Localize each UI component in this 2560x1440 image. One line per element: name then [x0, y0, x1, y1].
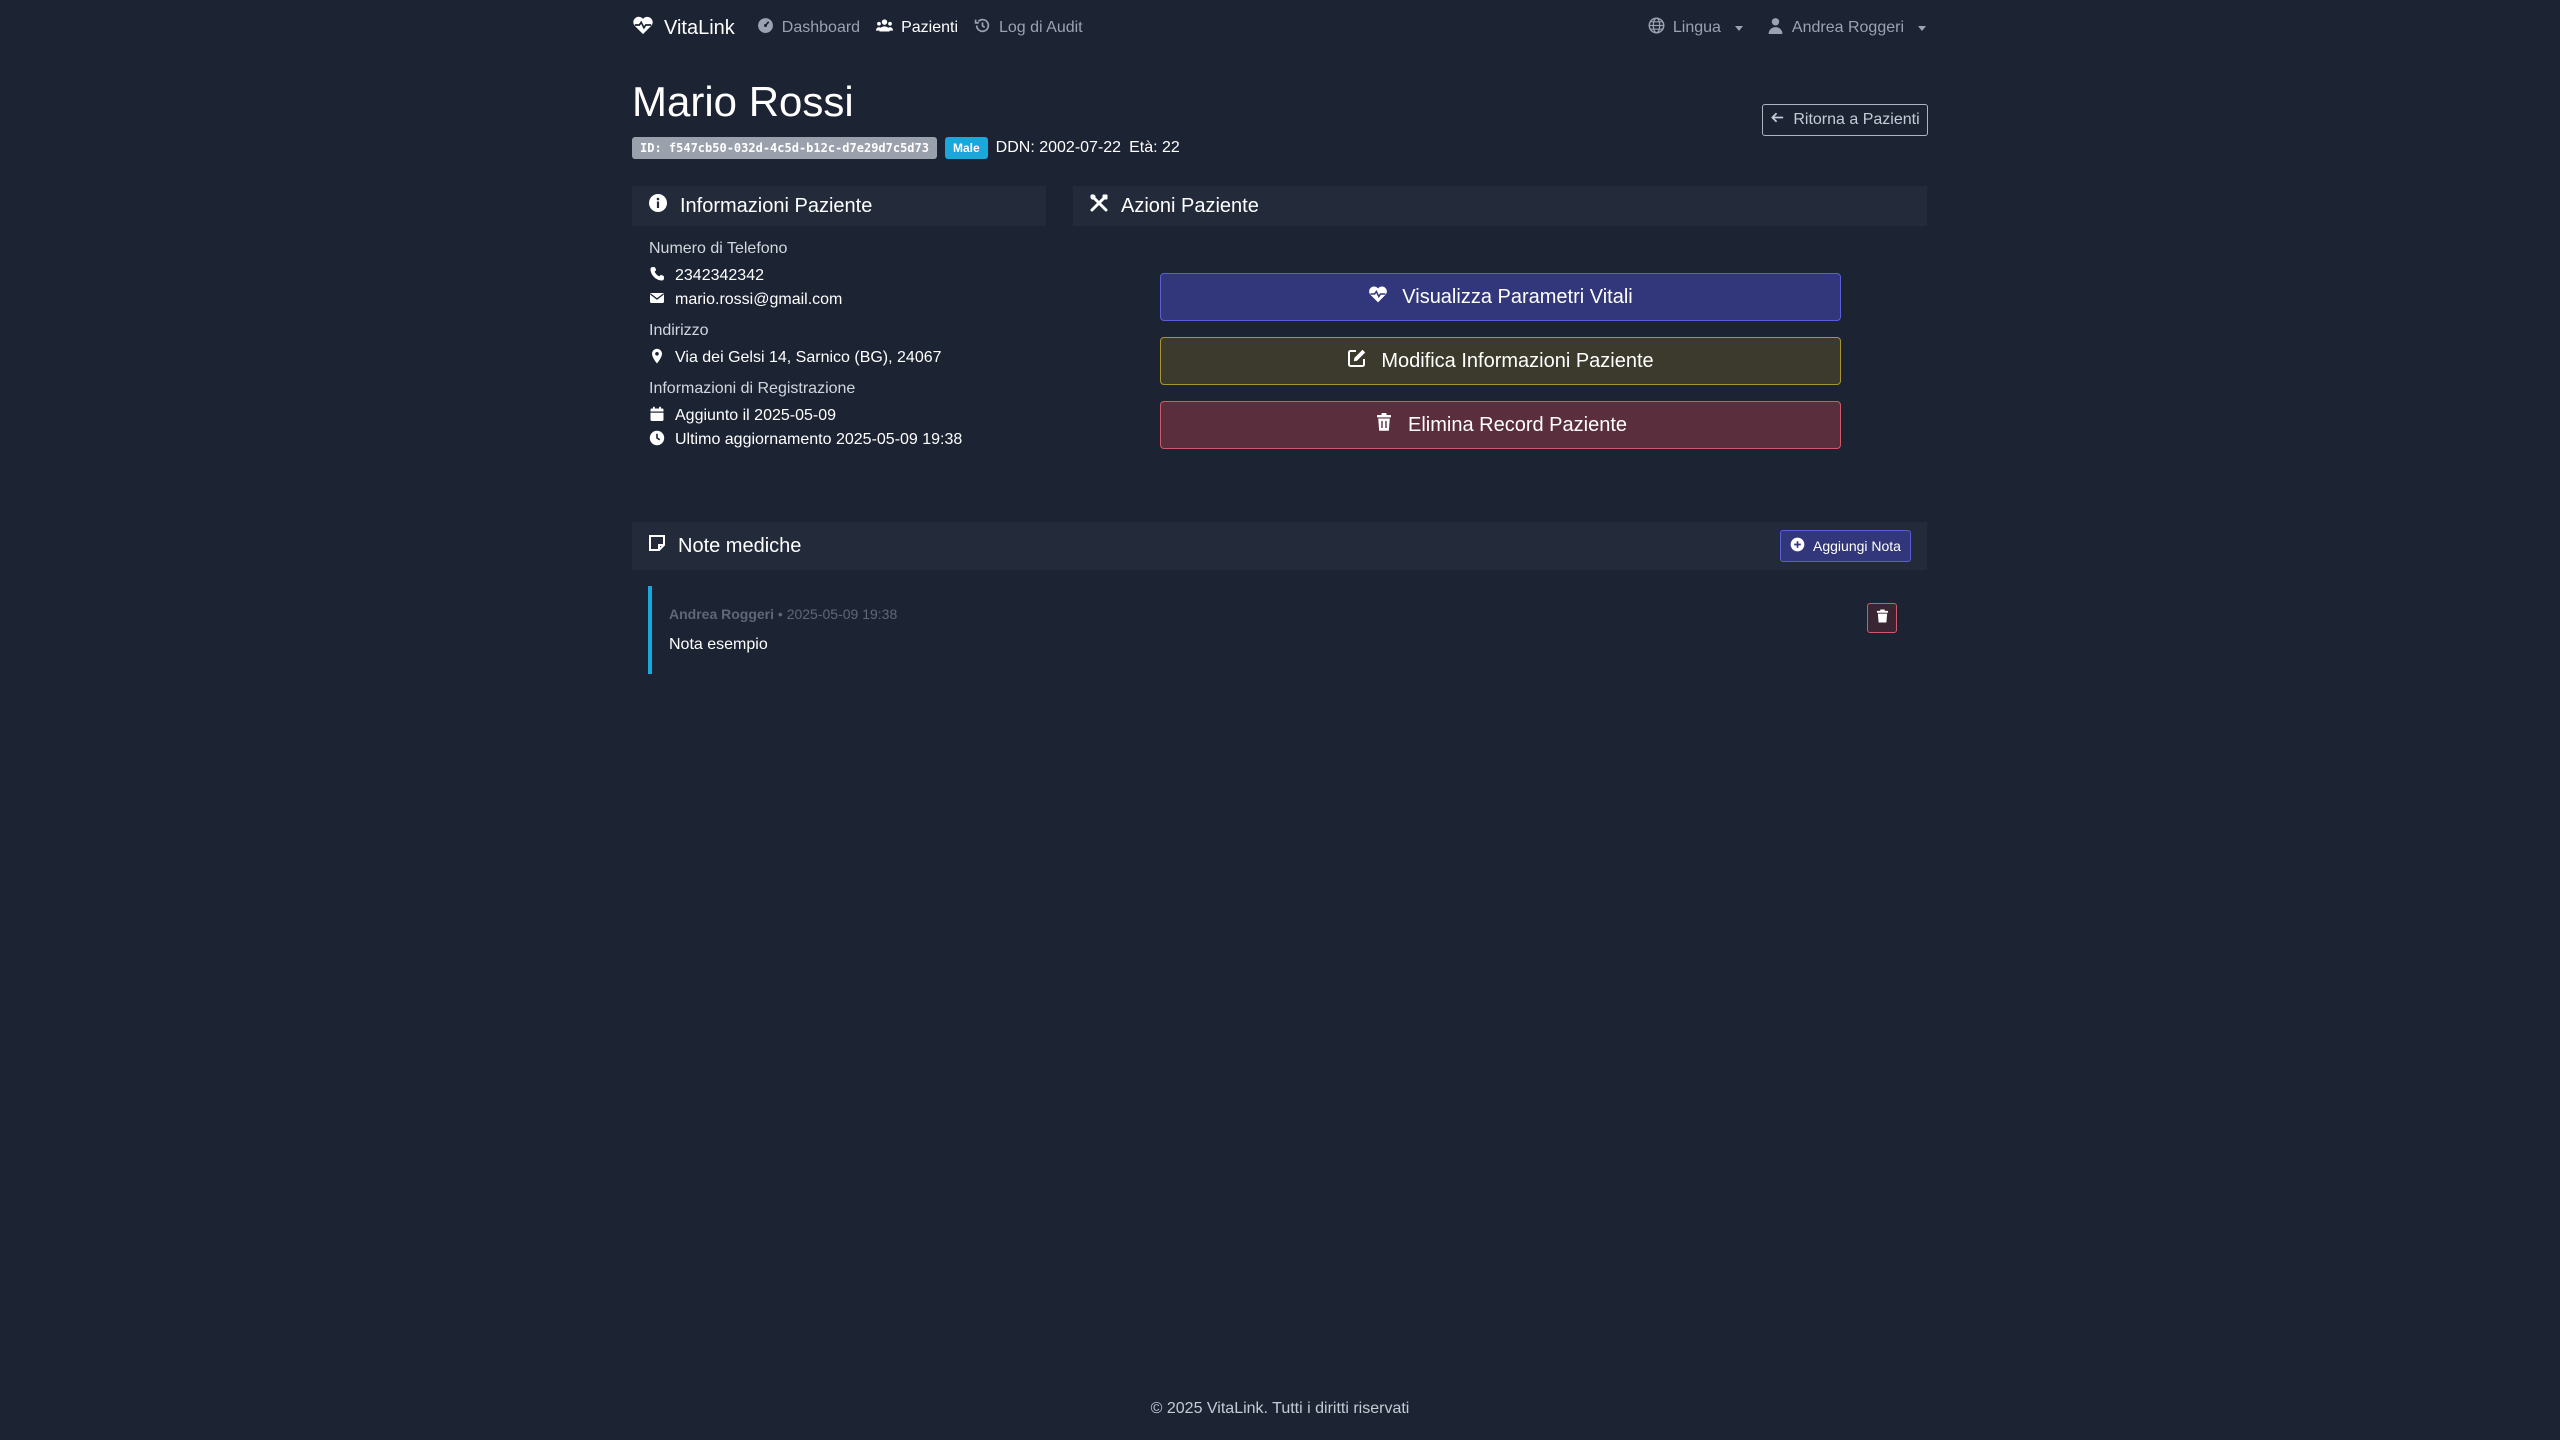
patient-age: Età: 22	[1129, 139, 1180, 156]
note-timestamp: 2025-05-09 19:38	[786, 606, 898, 622]
info-circle-icon	[648, 193, 668, 219]
language-label: Lingua	[1672, 19, 1721, 36]
map-pin-icon	[649, 348, 665, 369]
phone-row: 2342342342	[649, 264, 1039, 288]
plus-circle-icon	[1790, 537, 1805, 555]
calendar-icon	[649, 406, 665, 427]
note-separator: •	[774, 606, 787, 622]
globe-icon	[1648, 17, 1665, 39]
footer-copyright: © 2025 VitaLink. Tutti i diritti riserva…	[1150, 1400, 1410, 1417]
medical-notes-header: Note mediche Aggiungi Nota	[632, 522, 1927, 570]
sticky-note-icon	[648, 534, 666, 558]
users-icon	[876, 17, 894, 39]
address-label: Indirizzo	[649, 322, 709, 339]
nav-link-audit-log[interactable]: Log di Audit	[974, 17, 1083, 39]
phone-icon	[649, 266, 665, 287]
add-note-button[interactable]: Aggiungi Nota	[1780, 530, 1911, 562]
navbar-right: Lingua Andrea Roggeri	[1648, 17, 1926, 39]
edit-patient-label: Modifica Informazioni Paziente	[1381, 349, 1654, 372]
note-text: Nota esempio	[669, 636, 768, 653]
trash-icon	[1876, 609, 1889, 628]
dashboard-gauge-icon	[757, 17, 774, 39]
envelope-icon	[649, 290, 665, 311]
clock-icon	[649, 430, 665, 451]
updated-date: Ultimo aggiornamento 2025-05-09 19:38	[675, 431, 963, 448]
trash-icon	[1374, 412, 1394, 438]
patient-actions-card-header: Azioni Paziente	[1073, 186, 1927, 226]
patient-info-card-header: Informazioni Paziente	[632, 186, 1046, 226]
date-of-birth: DDN: 2002-07-22	[995, 139, 1122, 156]
add-note-label: Aggiungi Nota	[1813, 538, 1901, 554]
address-row: Via dei Gelsi 14, Sarnico (BG), 24067	[649, 346, 1039, 370]
user-icon	[1767, 17, 1784, 39]
list-item: Andrea Roggeri • 2025-05-09 19:38 Nota e…	[648, 586, 1910, 674]
email-value: mario.rossi@gmail.com	[675, 291, 843, 308]
nav-link-label: Log di Audit	[999, 19, 1083, 36]
chevron-down-icon	[1918, 25, 1926, 31]
language-dropdown[interactable]: Lingua	[1648, 17, 1743, 39]
patient-info-body: Numero di Telefono 2342342342 mario.ross…	[649, 240, 1039, 452]
page-title: Mario Rossi	[632, 78, 854, 125]
user-name: Andrea Roggeri	[1791, 19, 1904, 36]
back-button-label: Ritorna a Pazienti	[1793, 111, 1920, 128]
nav-link-label: Dashboard	[781, 19, 861, 36]
view-vitals-label: Visualizza Parametri Vitali	[1402, 285, 1633, 308]
card-title: Informazioni Paziente	[680, 194, 873, 217]
brand-name: VitaLink	[664, 16, 735, 39]
gender-badge: Male	[944, 137, 988, 159]
card-title: Note mediche	[678, 534, 802, 557]
page: VitaLink Dashboard Pazienti Log di Audit	[0, 0, 2560, 1440]
back-to-patients-button[interactable]: Ritorna a Pazienti	[1762, 104, 1928, 136]
registration-label: Informazioni di Registrazione	[649, 380, 856, 397]
email-row: mario.rossi@gmail.com	[649, 288, 1039, 312]
tools-icon	[1089, 193, 1109, 219]
edit-patient-button[interactable]: Modifica Informazioni Paziente	[1160, 337, 1841, 385]
address-value: Via dei Gelsi 14, Sarnico (BG), 24067	[675, 349, 942, 366]
added-row: Aggiunto il 2025-05-09	[649, 404, 1039, 428]
brand-link[interactable]: VitaLink	[632, 15, 735, 41]
top-navbar: VitaLink Dashboard Pazienti Log di Audit	[632, 0, 1926, 56]
nav-link-label: Pazienti	[901, 19, 958, 36]
nav-link-pazienti[interactable]: Pazienti	[876, 17, 958, 39]
view-vitals-button[interactable]: Visualizza Parametri Vitali	[1160, 273, 1841, 321]
edit-icon	[1347, 348, 1367, 374]
delete-patient-button[interactable]: Elimina Record Paziente	[1160, 401, 1841, 449]
heart-pulse-icon	[632, 15, 654, 41]
heart-pulse-icon	[1368, 284, 1388, 310]
patient-meta: ID: f547cb50-032d-4c5d-b12c-d7e29d7c5d73…	[632, 137, 1180, 159]
history-icon	[974, 17, 991, 39]
patient-id-badge: ID: f547cb50-032d-4c5d-b12c-d7e29d7c5d73	[632, 137, 937, 159]
delete-patient-label: Elimina Record Paziente	[1408, 413, 1627, 436]
added-date: Aggiunto il 2025-05-09	[675, 407, 837, 424]
chevron-down-icon	[1734, 25, 1743, 31]
phone-value: 2342342342	[675, 267, 764, 284]
card-title: Azioni Paziente	[1121, 194, 1259, 217]
note-author: Andrea Roggeri	[669, 606, 775, 622]
updated-row: Ultimo aggiornamento 2025-05-09 19:38	[649, 428, 1039, 452]
phone-label: Numero di Telefono	[649, 240, 788, 257]
user-dropdown[interactable]: Andrea Roggeri	[1767, 17, 1926, 39]
delete-note-button[interactable]	[1867, 603, 1897, 633]
nav-link-dashboard[interactable]: Dashboard	[757, 17, 860, 39]
note-meta: Andrea Roggeri • 2025-05-09 19:38	[669, 606, 897, 622]
arrow-left-icon	[1770, 110, 1785, 130]
